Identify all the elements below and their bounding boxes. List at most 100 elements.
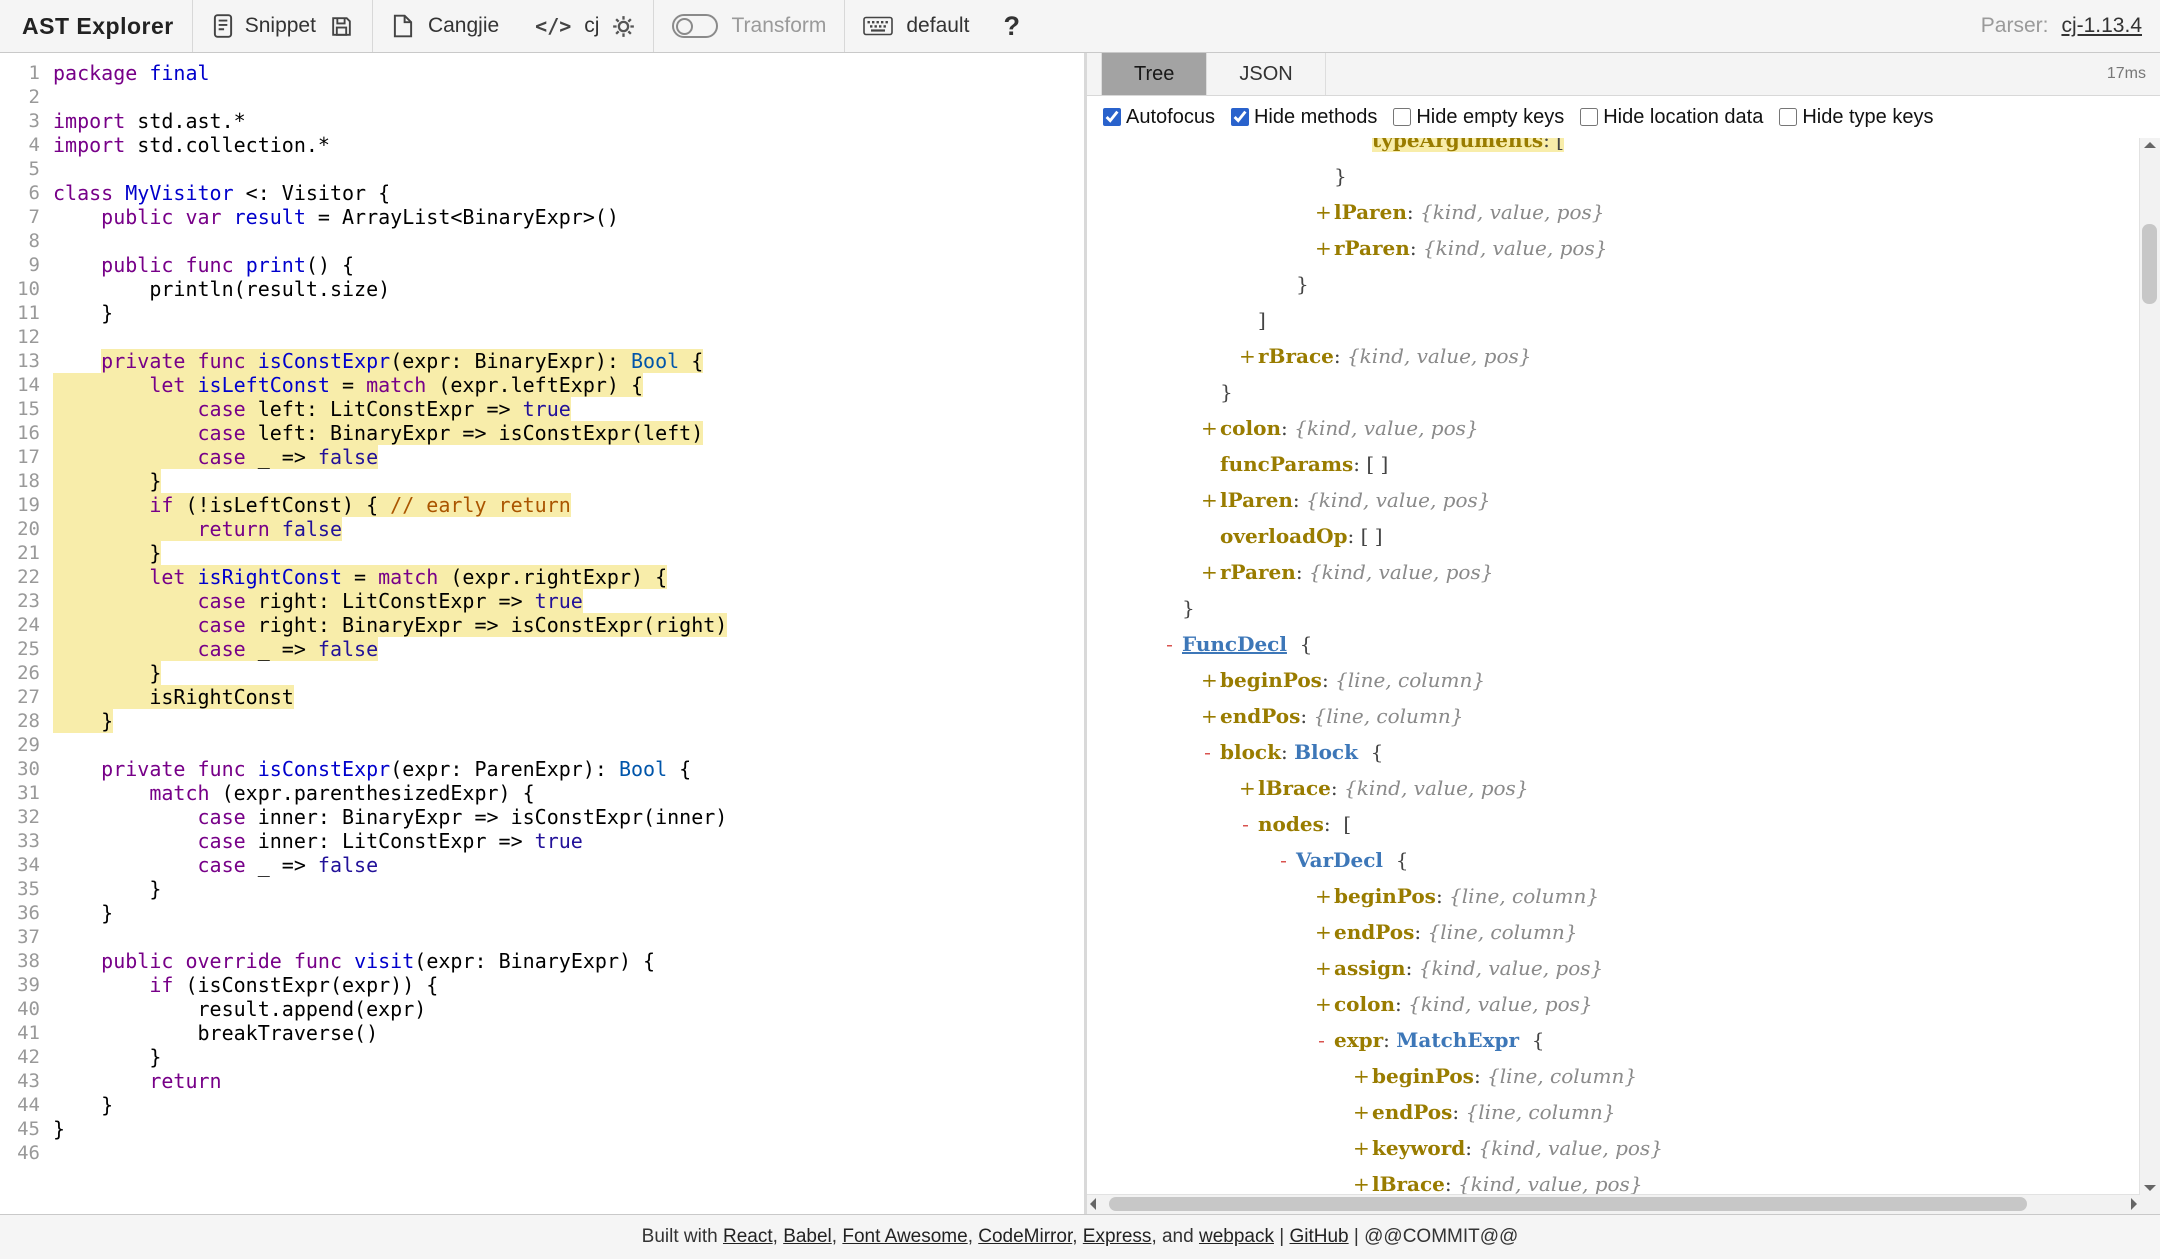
code-line-12[interactable]: 12 [4,325,1084,349]
scroll-right-arrow[interactable] [2131,1198,2137,1210]
code-line-24[interactable]: 24 case right: BinaryExpr => isConstExpr… [4,613,1084,637]
hide-empty-keys-checkbox[interactable] [1393,108,1411,126]
parser-id-label[interactable]: cj [584,14,599,38]
code-line-43[interactable]: 43 return [4,1069,1084,1093]
code-line-19[interactable]: 19 if (!isLeftConst) { // early return [4,493,1084,517]
collapse-icon[interactable]: - [1239,806,1252,842]
option-hide-type-keys[interactable]: Hide type keys [1779,106,1933,129]
vertical-scroll-thumb[interactable] [2142,224,2157,304]
footer-link-webpack[interactable]: webpack [1199,1226,1274,1247]
code-line-27[interactable]: 27 isRightConst [4,685,1084,709]
language-label[interactable]: Cangjie [428,14,499,38]
code-line-39[interactable]: 39 if (isConstExpr(expr)) { [4,973,1084,997]
gear-icon[interactable] [612,15,635,38]
expand-icon[interactable]: + [1315,950,1328,986]
node-type-link[interactable]: Block [1294,740,1358,764]
code-line-26[interactable]: 26 } [4,661,1084,685]
expand-icon[interactable]: + [1201,482,1214,518]
code-line-31[interactable]: 31 match (expr.parenthesizedExpr) { [4,781,1084,805]
code-line-9[interactable]: 9 public func print() { [4,253,1084,277]
footer-link-babel[interactable]: Babel [783,1226,832,1247]
code-line-14[interactable]: 14 let isLeftConst = match (expr.leftExp… [4,373,1084,397]
code-line-22[interactable]: 22 let isRightConst = match (expr.rightE… [4,565,1084,589]
expand-icon[interactable]: + [1353,1166,1366,1195]
footer-link-react[interactable]: React [723,1226,773,1247]
autofocus-checkbox[interactable] [1103,108,1121,126]
vertical-scrollbar[interactable] [2139,138,2160,1195]
collapse-icon[interactable]: - [1163,626,1176,662]
code-line-32[interactable]: 32 case inner: BinaryExpr => isConstExpr… [4,805,1084,829]
expand-icon[interactable]: + [1315,230,1328,266]
code-line-8[interactable]: 8 [4,229,1084,253]
code-line-35[interactable]: 35 } [4,877,1084,901]
scroll-up-arrow[interactable] [2144,142,2156,148]
code-line-4[interactable]: 4import std.collection.* [4,133,1084,157]
code-line-17[interactable]: 17 case _ => false [4,445,1084,469]
app-title[interactable]: AST Explorer [0,0,192,52]
code-line-33[interactable]: 33 case inner: LitConstExpr => true [4,829,1084,853]
expand-icon[interactable]: + [1315,878,1328,914]
node-type-link[interactable]: VarDecl [1296,848,1383,872]
code-line-15[interactable]: 15 case left: LitConstExpr => true [4,397,1084,421]
expand-icon[interactable]: + [1201,662,1214,698]
tree-view[interactable]: typeArguments: [}+lParen: {kind, value, … [1087,138,2160,1214]
code-line-23[interactable]: 23 case right: LitConstExpr => true [4,589,1084,613]
expand-icon[interactable]: + [1315,914,1328,950]
expand-icon[interactable]: + [1353,1058,1366,1094]
code-line-45[interactable]: 45} [4,1117,1084,1141]
code-line-42[interactable]: 42 } [4,1045,1084,1069]
code-line-21[interactable]: 21 } [4,541,1084,565]
code-line-25[interactable]: 25 case _ => false [4,637,1084,661]
node-type-link[interactable]: FuncDecl [1182,632,1287,656]
code-line-38[interactable]: 38 public override func visit(expr: Bina… [4,949,1084,973]
code-line-13[interactable]: 13 private func isConstExpr(expr: Binary… [4,349,1084,373]
code-line-18[interactable]: 18 } [4,469,1084,493]
code-line-7[interactable]: 7 public var result = ArrayList<BinaryEx… [4,205,1084,229]
footer-link-github[interactable]: GitHub [1289,1226,1348,1247]
collapse-icon[interactable]: - [1315,1022,1328,1058]
hide-type-keys-checkbox[interactable] [1779,108,1797,126]
parser-version-link[interactable]: cj-1.13.4 [2061,14,2142,38]
option-autofocus[interactable]: Autofocus [1103,106,1215,129]
code-line-34[interactable]: 34 case _ => false [4,853,1084,877]
expand-icon[interactable]: + [1201,554,1214,590]
help-button[interactable]: ? [987,11,1036,42]
keymap-label[interactable]: default [906,14,969,38]
code-line-28[interactable]: 28 } [4,709,1084,733]
code-line-1[interactable]: 1package final [4,61,1084,85]
node-type-link[interactable]: MatchExpr [1396,1028,1519,1052]
code-line-6[interactable]: 6class MyVisitor <: Visitor { [4,181,1084,205]
hide-methods-checkbox[interactable] [1231,108,1249,126]
expand-icon[interactable]: + [1353,1130,1366,1166]
code-line-30[interactable]: 30 private func isConstExpr(expr: ParenE… [4,757,1084,781]
code-line-20[interactable]: 20 return false [4,517,1084,541]
collapse-icon[interactable]: - [1277,842,1290,878]
horizontal-scroll-thumb[interactable] [1109,1197,2027,1211]
scroll-down-arrow[interactable] [2144,1185,2156,1191]
expand-icon[interactable]: + [1239,338,1252,374]
tab-tree[interactable]: Tree [1101,53,1207,95]
expand-icon[interactable]: + [1315,194,1328,230]
horizontal-scrollbar[interactable] [1087,1194,2140,1214]
code-line-29[interactable]: 29 [4,733,1084,757]
scroll-left-arrow[interactable] [1090,1198,1096,1210]
footer-link-font-awesome[interactable]: Font Awesome [842,1226,967,1247]
code-line-5[interactable]: 5 [4,157,1084,181]
snippet-button[interactable]: Snippet [211,13,316,39]
code-line-11[interactable]: 11 } [4,301,1084,325]
code-line-41[interactable]: 41 breakTraverse() [4,1021,1084,1045]
collapse-icon[interactable]: - [1201,734,1214,770]
code-lines[interactable]: 1package final2 3import std.ast.*4import… [0,53,1084,1165]
code-line-3[interactable]: 3import std.ast.* [4,109,1084,133]
code-line-40[interactable]: 40 result.append(expr) [4,997,1084,1021]
code-line-16[interactable]: 16 case left: BinaryExpr => isConstExpr(… [4,421,1084,445]
expand-icon[interactable]: + [1239,770,1252,806]
code-line-10[interactable]: 10 println(result.size) [4,277,1084,301]
hide-location-data-checkbox[interactable] [1580,108,1598,126]
expand-icon[interactable]: + [1201,698,1214,734]
expand-icon[interactable]: + [1315,986,1328,1022]
code-line-2[interactable]: 2 [4,85,1084,109]
code-line-36[interactable]: 36 } [4,901,1084,925]
expand-icon[interactable]: + [1353,1094,1366,1130]
transform-toggle[interactable] [672,14,718,38]
